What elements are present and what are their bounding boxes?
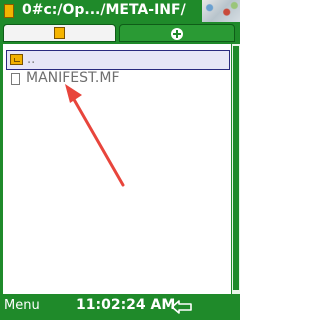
back-arrow-icon[interactable] [170,298,194,316]
file-icon [11,73,20,85]
list-item-manifest[interactable]: MANIFEST.MF [6,70,230,90]
tab-files[interactable] [3,24,116,42]
title-bar: 0#c:/Op.../META-INF/ [0,0,240,22]
bottom-bar: Menu 11:02:24 AM [0,294,240,320]
tab-new[interactable] [119,24,235,42]
window-title: 0#c:/Op.../META-INF/ [22,2,186,18]
file-manager-icon [4,4,14,18]
list-item-parent-folder[interactable]: .. [6,50,230,70]
plus-icon [171,28,183,40]
file-list: .. MANIFEST.MF [3,44,231,294]
thumbnail-image [202,0,240,22]
list-item-label: .. [27,52,36,67]
clock: 11:02:24 AM [76,297,176,313]
scrollbar[interactable] [231,44,240,294]
menu-softkey[interactable]: Menu [4,298,40,313]
scrollbar-thumb[interactable] [233,46,239,290]
folder-up-icon [10,54,23,65]
tab-bar [0,22,240,44]
document-icon [54,27,65,39]
list-item-label: MANIFEST.MF [26,70,120,86]
